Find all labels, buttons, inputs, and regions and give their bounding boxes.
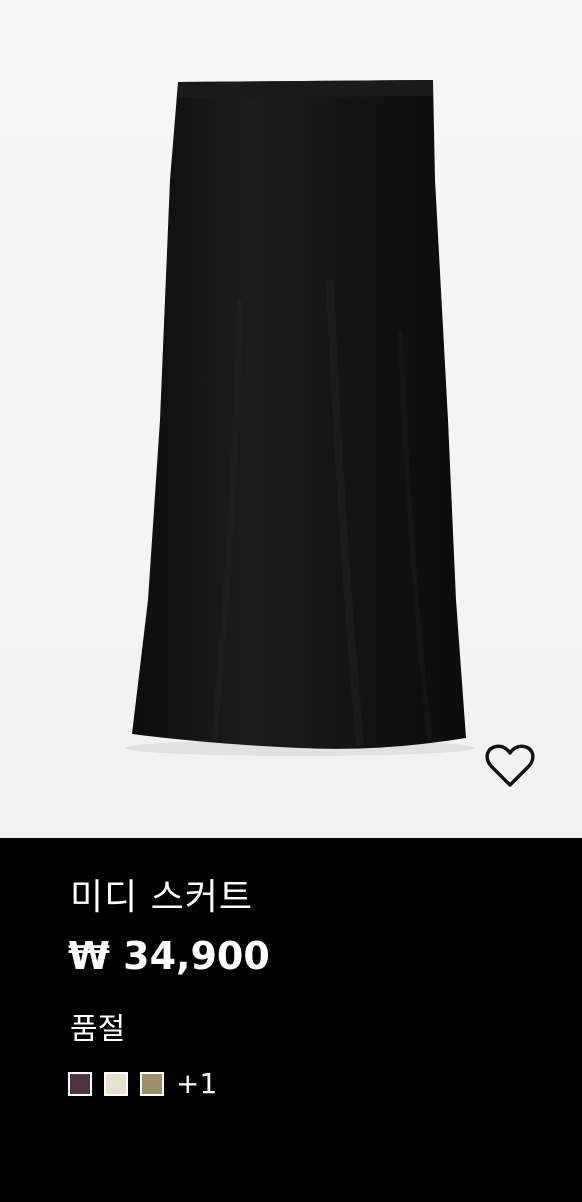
product-image[interactable] xyxy=(0,0,582,838)
stock-status: 품절 xyxy=(70,1012,126,1047)
product-image-area[interactable] xyxy=(0,0,582,838)
swatch-dark-plum[interactable] xyxy=(68,1072,92,1096)
swatch-cream[interactable] xyxy=(104,1072,128,1096)
product-info: 미디 스커트 ₩ 34,900 품절 +1 xyxy=(0,838,582,1202)
more-colors-count[interactable]: +1 xyxy=(176,1070,217,1098)
wishlist-button[interactable] xyxy=(480,738,540,794)
heart-outline-icon xyxy=(485,744,535,787)
product-card[interactable]: 미디 스커트 ₩ 34,900 품절 +1 xyxy=(0,0,582,1202)
product-name[interactable]: 미디 스커트 xyxy=(70,868,253,920)
color-swatches: +1 xyxy=(68,1070,217,1098)
swatch-khaki[interactable] xyxy=(140,1072,164,1096)
product-price: ₩ 34,900 xyxy=(68,934,270,978)
